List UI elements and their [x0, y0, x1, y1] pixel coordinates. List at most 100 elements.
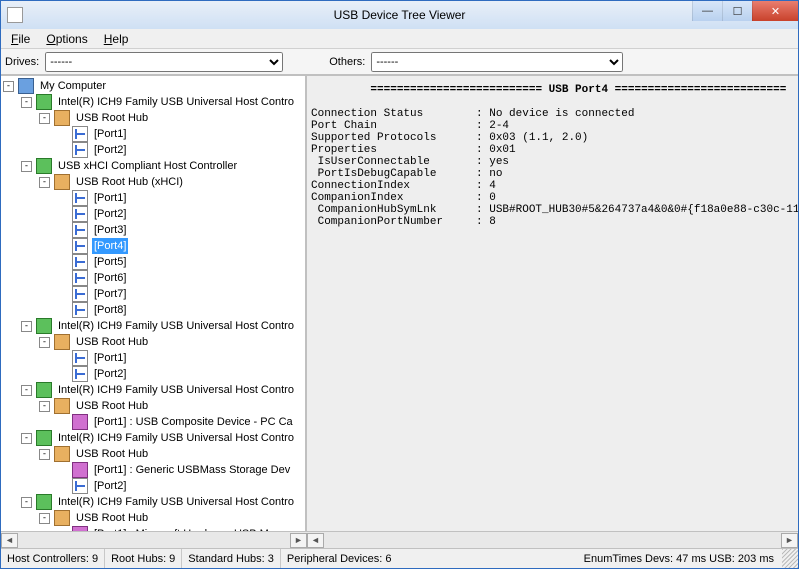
hub-icon: [54, 334, 70, 350]
tree-port[interactable]: [Port1] : USB Composite Device - PC Ca: [92, 414, 295, 430]
tree-controller[interactable]: USB xHCI Compliant Host Controller: [56, 158, 239, 174]
hub-icon: [54, 174, 70, 190]
tree-controller[interactable]: Intel(R) ICH9 Family USB Universal Host …: [56, 430, 296, 446]
tree-port[interactable]: [Port1] : Microsoft Hardware USB Mous: [92, 526, 289, 531]
tree-port[interactable]: [Port1] : Generic USBMass Storage Dev: [92, 462, 292, 478]
collapse-icon[interactable]: -: [21, 97, 32, 108]
tree-controller[interactable]: Intel(R) ICH9 Family USB Universal Host …: [56, 318, 296, 334]
port-icon: [72, 142, 88, 158]
tree-port[interactable]: [Port1]: [92, 126, 128, 142]
tree-port[interactable]: [Port2]: [92, 206, 128, 222]
controller-icon: [36, 94, 52, 110]
collapse-icon[interactable]: -: [39, 449, 50, 460]
port-icon: [72, 238, 88, 254]
tree-hub[interactable]: USB Root Hub: [74, 110, 150, 126]
port-icon: [72, 366, 88, 382]
tree-port[interactable]: [Port6]: [92, 270, 128, 286]
collapse-icon[interactable]: -: [21, 497, 32, 508]
port-icon: [72, 206, 88, 222]
collapse-icon[interactable]: -: [21, 161, 32, 172]
minimize-button[interactable]: —: [692, 1, 722, 21]
scroll-right-icon[interactable]: ►: [290, 533, 307, 548]
tree-port[interactable]: [Port2]: [92, 366, 128, 382]
status-peripheral-devices: Peripheral Devices: 6: [281, 549, 398, 568]
collapse-icon[interactable]: -: [3, 81, 14, 92]
app-window: USB Device Tree Viewer — ☐ ✕ File Option…: [0, 0, 799, 569]
tree-hub[interactable]: USB Root Hub (xHCI): [74, 174, 185, 190]
resize-grip-icon[interactable]: [782, 549, 798, 568]
hub-icon: [54, 398, 70, 414]
close-button[interactable]: ✕: [752, 1, 798, 21]
content-area: -My Computer -Intel(R) ICH9 Family USB U…: [1, 75, 798, 531]
tree-controller[interactable]: Intel(R) ICH9 Family USB Universal Host …: [56, 494, 296, 510]
port-icon: [72, 350, 88, 366]
port-icon: [72, 286, 88, 302]
detail-hscrollbar[interactable]: ◄ ►: [307, 531, 798, 548]
others-label: Others:: [329, 56, 365, 68]
menu-file[interactable]: File: [3, 30, 38, 48]
port-icon: [72, 270, 88, 286]
toolbar: Drives: ------ Others: ------: [1, 49, 798, 75]
menu-help[interactable]: Help: [96, 30, 137, 48]
tree-port[interactable]: [Port2]: [92, 478, 128, 494]
tree-pane[interactable]: -My Computer -Intel(R) ICH9 Family USB U…: [1, 76, 307, 531]
tree-port[interactable]: [Port3]: [92, 222, 128, 238]
tree-hub[interactable]: USB Root Hub: [74, 334, 150, 350]
hscroll-row: ◄ ► ◄ ►: [1, 531, 798, 548]
tree-port[interactable]: [Port7]: [92, 286, 128, 302]
detail-lines: Connection Status : No device is connect…: [311, 108, 798, 228]
tree-port[interactable]: [Port1]: [92, 190, 128, 206]
tree-hub[interactable]: USB Root Hub: [74, 510, 150, 526]
tree-port[interactable]: [Port5]: [92, 254, 128, 270]
tree-controller[interactable]: Intel(R) ICH9 Family USB Universal Host …: [56, 94, 296, 110]
tree-hub[interactable]: USB Root Hub: [74, 446, 150, 462]
titlebar[interactable]: USB Device Tree Viewer — ☐ ✕: [1, 1, 798, 29]
collapse-icon[interactable]: -: [39, 177, 50, 188]
controller-icon: [36, 494, 52, 510]
hub-icon: [54, 510, 70, 526]
collapse-icon[interactable]: -: [21, 385, 32, 396]
scroll-right-icon[interactable]: ►: [781, 533, 798, 548]
device-icon: [72, 526, 88, 531]
collapse-icon[interactable]: -: [39, 513, 50, 524]
port-icon: [72, 126, 88, 142]
window-controls: — ☐ ✕: [692, 1, 798, 21]
controller-icon: [36, 382, 52, 398]
others-select[interactable]: ------: [371, 52, 623, 72]
menubar: File Options Help: [1, 29, 798, 49]
collapse-icon[interactable]: -: [39, 337, 50, 348]
tree-port-selected[interactable]: [Port4]: [92, 238, 128, 254]
status-host-controllers: Host Controllers: 9: [1, 549, 105, 568]
drives-select[interactable]: ------: [45, 52, 283, 72]
device-icon: [72, 462, 88, 478]
maximize-button[interactable]: ☐: [722, 1, 752, 21]
drives-label: Drives:: [5, 56, 39, 68]
tree-port[interactable]: [Port8]: [92, 302, 128, 318]
tree-hscrollbar[interactable]: ◄ ►: [1, 531, 307, 548]
port-icon: [72, 254, 88, 270]
status-standard-hubs: Standard Hubs: 3: [182, 549, 281, 568]
tree-root[interactable]: My Computer: [38, 78, 108, 94]
scroll-left-icon[interactable]: ◄: [307, 533, 324, 548]
collapse-icon[interactable]: -: [39, 401, 50, 412]
hub-icon: [54, 446, 70, 462]
port-icon: [72, 302, 88, 318]
tree-port[interactable]: [Port2]: [92, 142, 128, 158]
device-icon: [72, 414, 88, 430]
controller-icon: [36, 158, 52, 174]
tree-hub[interactable]: USB Root Hub: [74, 398, 150, 414]
port-icon: [72, 222, 88, 238]
collapse-icon[interactable]: -: [21, 321, 32, 332]
tree-controller[interactable]: Intel(R) ICH9 Family USB Universal Host …: [56, 382, 296, 398]
controller-icon: [36, 430, 52, 446]
menu-options[interactable]: Options: [38, 30, 95, 48]
port-icon: [72, 478, 88, 494]
detail-pane[interactable]: ========================== USB Port4 ===…: [307, 76, 798, 531]
tree-port[interactable]: [Port1]: [92, 350, 128, 366]
collapse-icon[interactable]: -: [39, 113, 50, 124]
collapse-icon[interactable]: -: [21, 433, 32, 444]
status-root-hubs: Root Hubs: 9: [105, 549, 182, 568]
scroll-left-icon[interactable]: ◄: [1, 533, 18, 548]
computer-icon: [18, 78, 34, 94]
window-title: USB Device Tree Viewer: [1, 8, 798, 22]
